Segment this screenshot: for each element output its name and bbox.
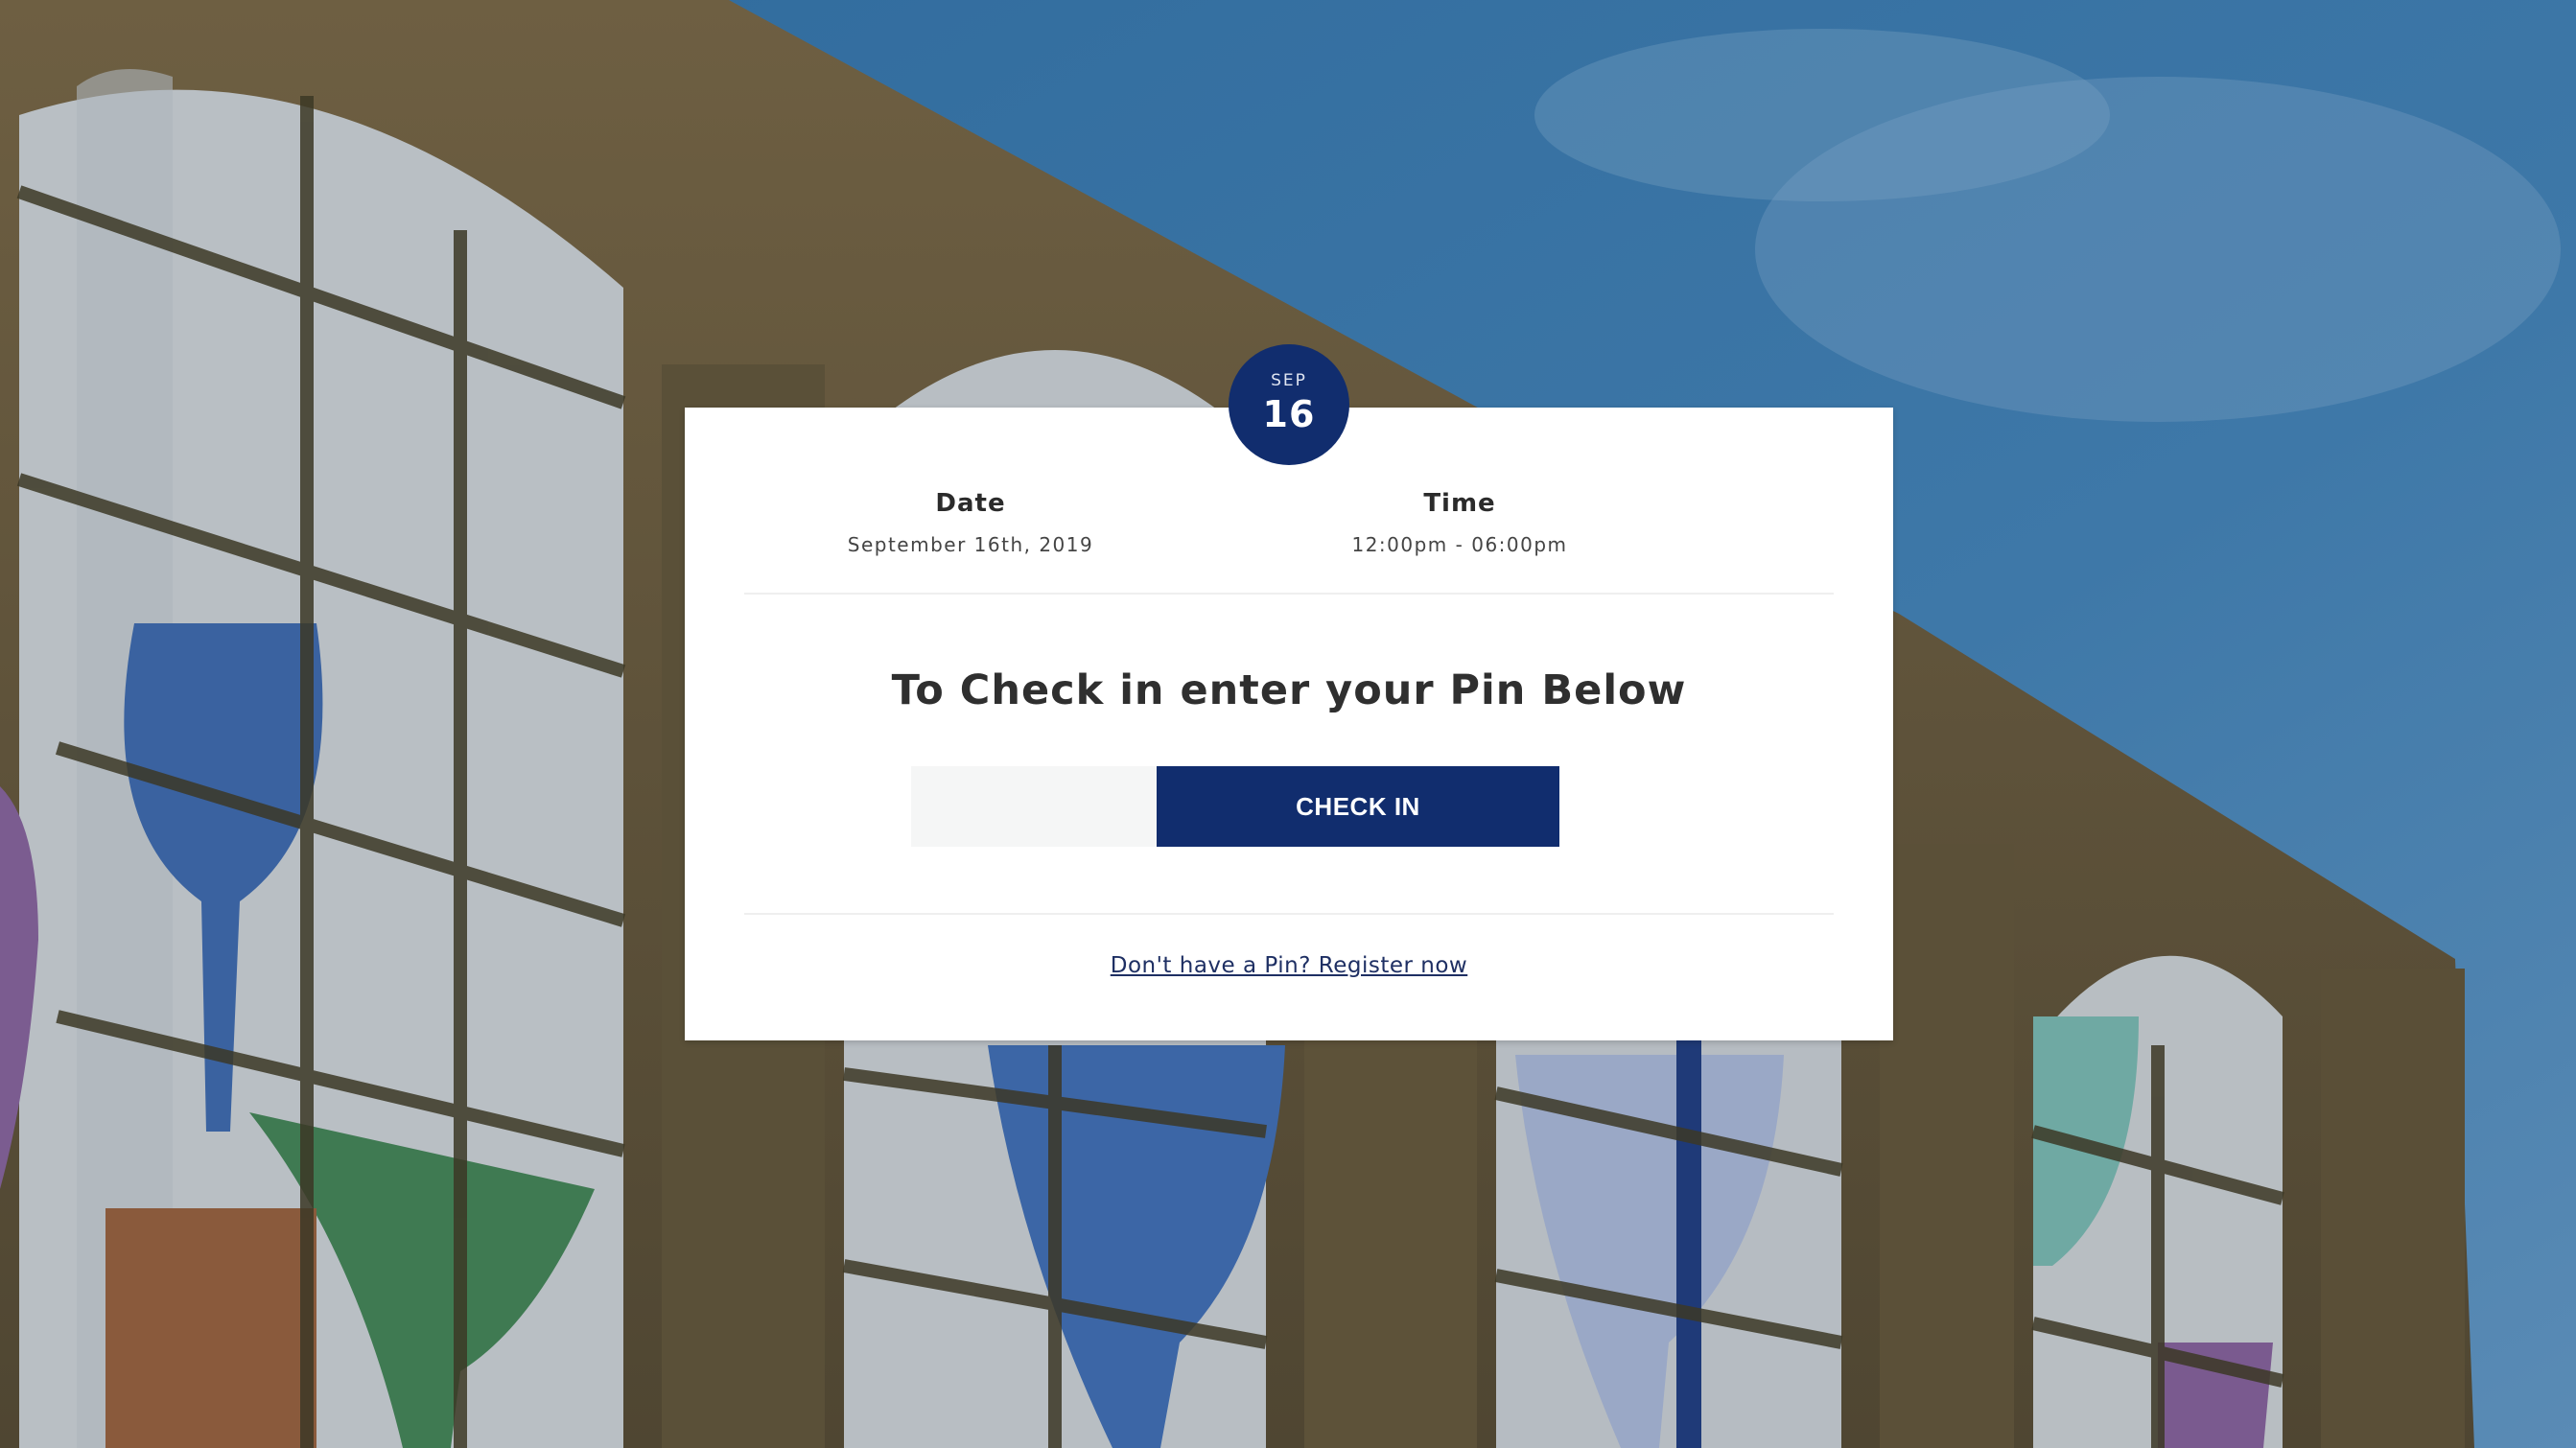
pin-input[interactable] [911, 766, 1157, 847]
badge-day: 16 [1262, 393, 1316, 435]
date-label: Date [935, 489, 1006, 518]
bottom-divider [744, 913, 1834, 915]
event-time: Time 12:00pm - 06:00pm [1258, 489, 1661, 556]
date-value: September 16th, 2019 [847, 533, 1094, 556]
time-label: Time [1423, 489, 1496, 518]
badge-month: SEP [1271, 371, 1307, 390]
register-link[interactable]: Don't have a Pin? Register now [685, 953, 1893, 978]
time-value: 12:00pm - 06:00pm [1351, 533, 1568, 556]
date-badge: SEP 16 [1229, 344, 1349, 465]
checkin-card: Date September 16th, 2019 Time 12:00pm -… [685, 408, 1893, 1040]
checkin-page: Date September 16th, 2019 Time 12:00pm -… [0, 0, 2576, 1448]
checkin-heading: To Check in enter your Pin Below [891, 666, 1687, 714]
top-divider [744, 593, 1834, 595]
event-date: Date September 16th, 2019 [769, 489, 1172, 556]
check-in-button[interactable]: CHECK IN [1157, 766, 1559, 847]
